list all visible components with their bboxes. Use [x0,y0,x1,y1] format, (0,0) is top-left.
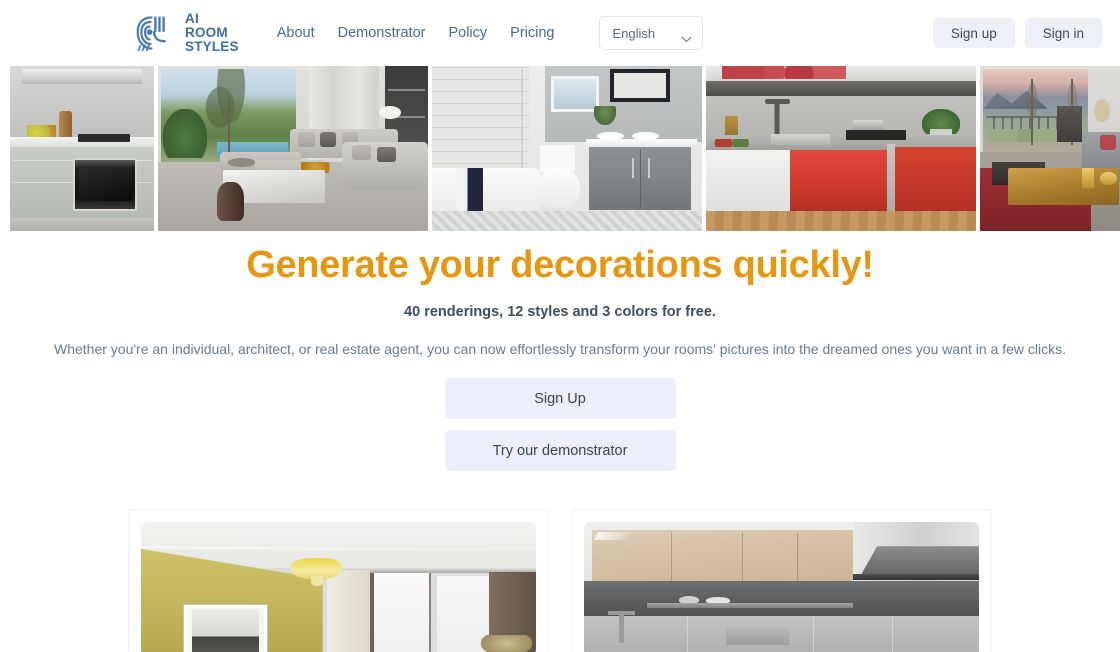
brand-wordmark: AI ROOM STYLES [185,12,239,53]
sign-up-button[interactable]: Sign up [932,18,1015,48]
hero-image-strip [0,66,1120,231]
nav-item-about[interactable]: About [277,25,315,41]
hero-image-white-bathroom [432,66,702,231]
gallery-card-wood-grey-kitchen[interactable] [571,509,992,652]
sign-up-cta-button[interactable]: Sign Up [444,378,676,420]
hero-section: Generate your decorations quickly! 40 re… [0,231,1120,472]
language-selector[interactable]: English [599,16,704,50]
hero-subtitle: 40 renderings, 12 styles and 3 colors fo… [404,303,716,320]
hero-cta-group: Sign Up Try our demonstrator [0,378,1120,472]
hero-description: Whether you're an individual, architect,… [53,340,1067,357]
brand-line-1: AI [185,11,199,27]
brand-line-2: ROOM [185,25,228,41]
nav-item-demonstrator[interactable]: Demonstrator [338,25,426,41]
header-actions: Sign up Sign in [932,18,1102,48]
brand-logo[interactable]: AI ROOM STYLES [134,11,239,55]
language-selected-value: English [612,25,656,41]
gallery-image-yellow-room [141,522,536,652]
showcase-gallery [0,509,1120,652]
hero-image-grey-living-room [158,66,428,231]
sign-in-button[interactable]: Sign in [1024,18,1102,48]
nav-item-policy[interactable]: Policy [448,25,487,41]
hero-title: Generate your decorations quickly! [246,244,874,286]
nav-item-pricing[interactable]: Pricing [510,25,554,41]
hero-image-red-gold-living-room [980,66,1120,231]
hero-image-red-kitchen [706,66,976,231]
chevron-down-icon [681,30,693,42]
site-header: AI ROOM STYLES About Demonstrator Policy… [0,0,1120,66]
hero-image-grey-kitchen [10,66,154,231]
gallery-card-yellow-room[interactable] [128,509,549,652]
primary-nav: About Demonstrator Policy Pricing Englis… [277,16,704,50]
gallery-image-wood-grey-kitchen [584,522,979,652]
try-demonstrator-cta-button[interactable]: Try our demonstrator [444,430,676,472]
ai-room-styles-swirl-logo-icon [134,11,178,55]
brand-line-3: STYLES [185,38,239,54]
